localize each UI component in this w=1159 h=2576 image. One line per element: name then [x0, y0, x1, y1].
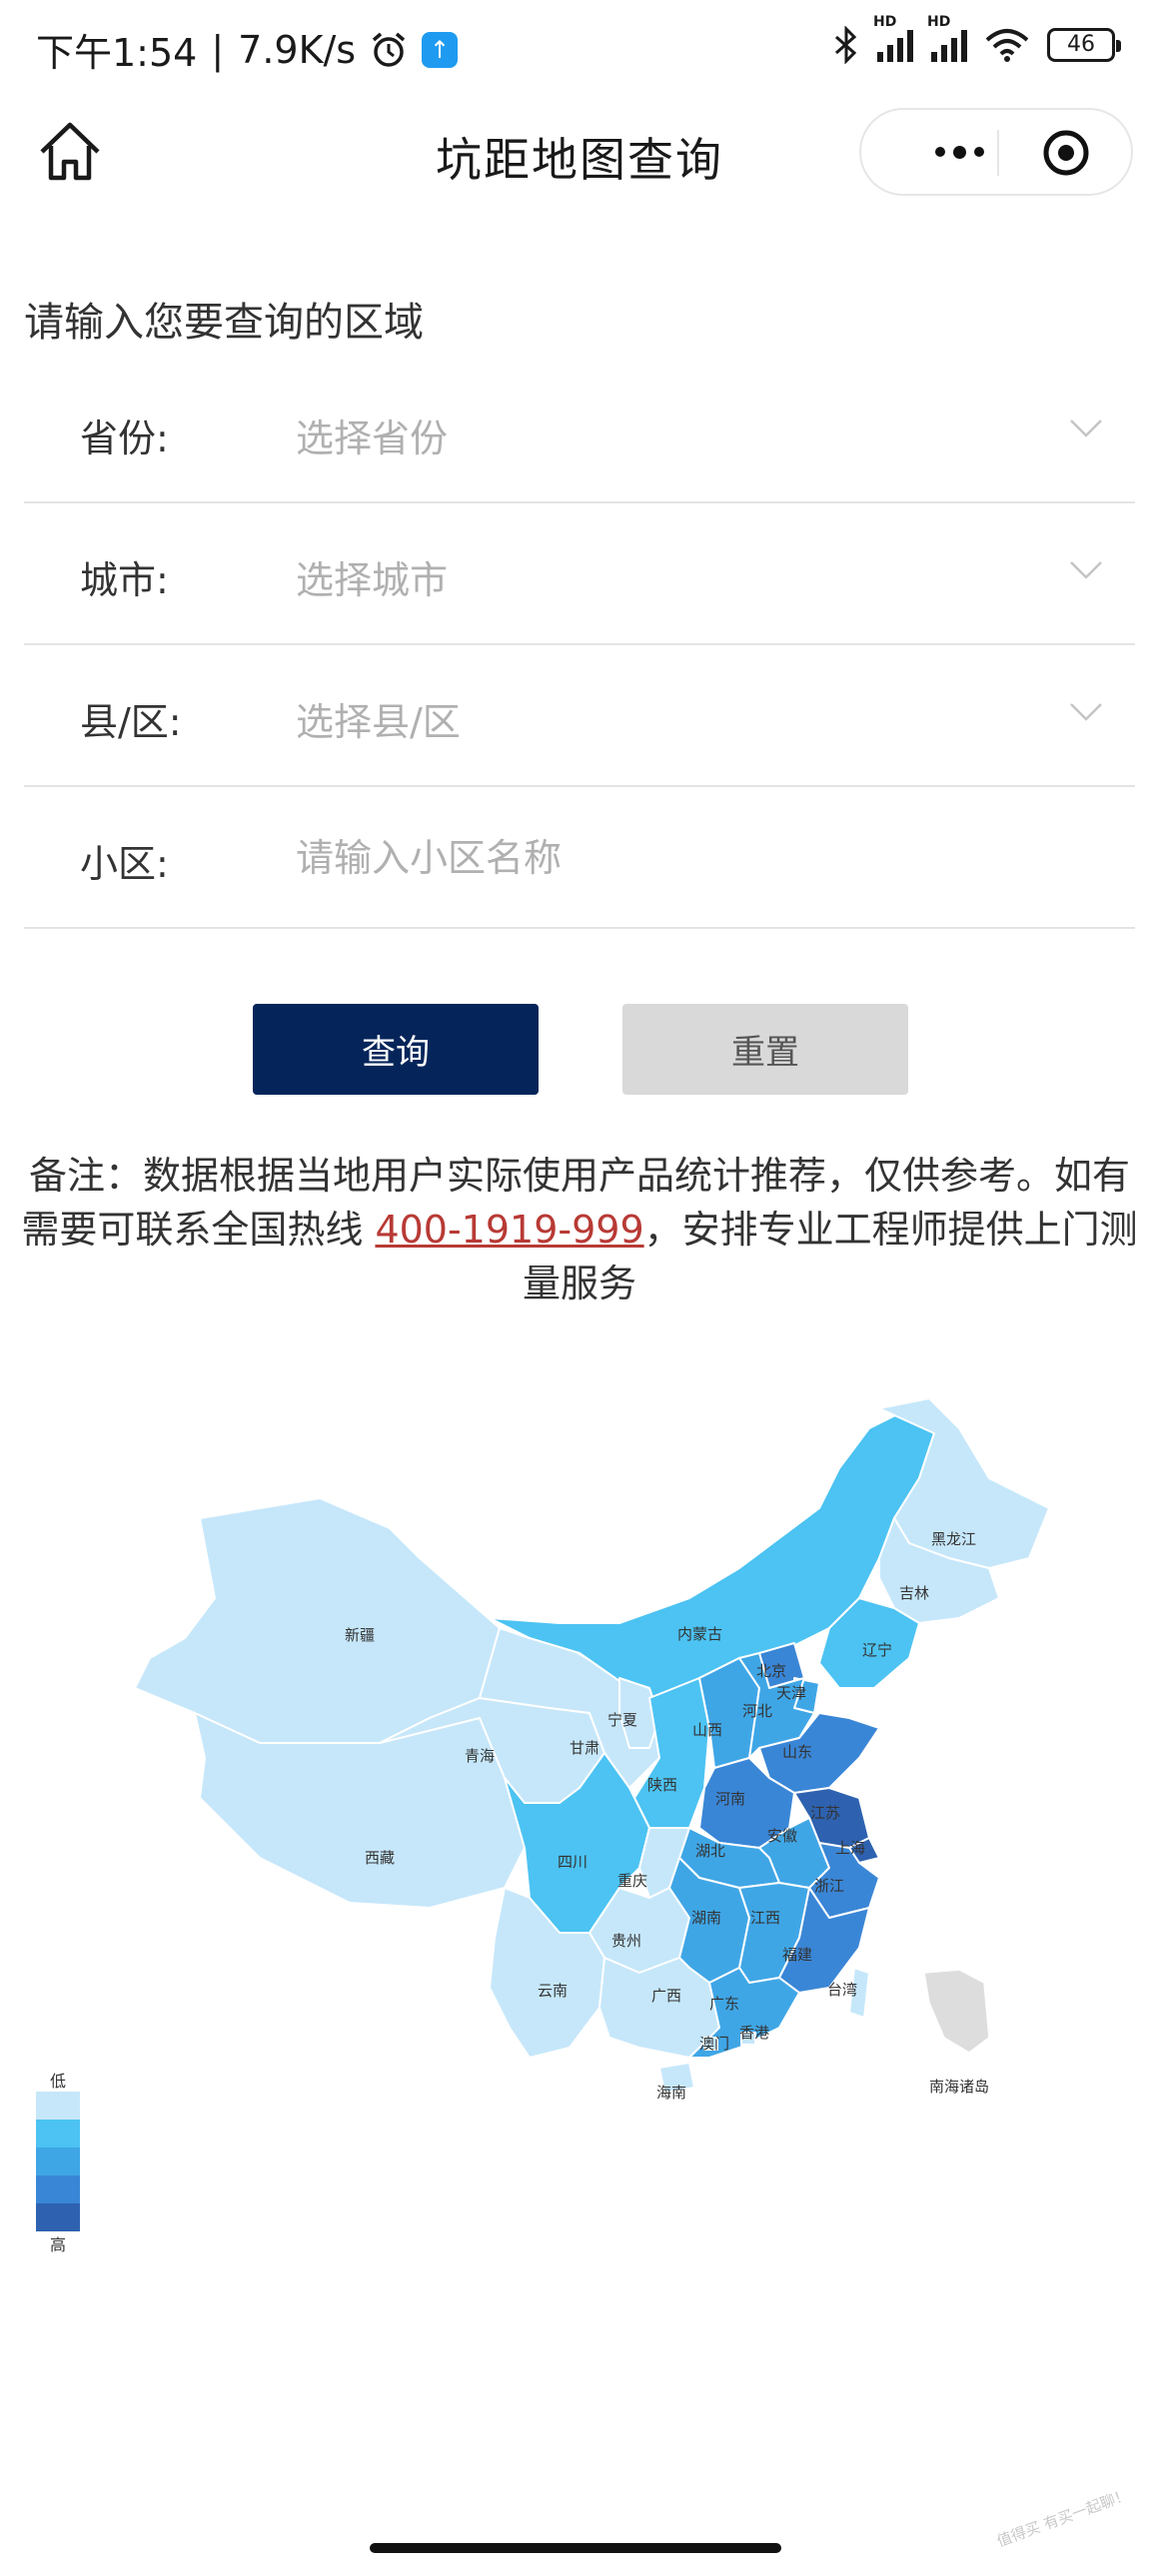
map-label: 台湾: [827, 1981, 857, 1999]
map-label: 宁夏: [607, 1711, 637, 1729]
map-label: 辽宁: [862, 1641, 892, 1659]
legend-swatch: [36, 2175, 80, 2203]
status-time: 下午1:54: [36, 31, 198, 75]
map-label: 江西: [750, 1909, 780, 1927]
query-button[interactable]: 查询: [253, 1004, 539, 1095]
status-bar: 下午1:54 | 7.9K/s ↑ HD HD 46: [0, 0, 1159, 96]
province-select[interactable]: 省份: 选择省份: [24, 362, 1135, 503]
alarm-icon: [372, 32, 406, 67]
status-right: HD HD 46: [833, 14, 1121, 64]
community-label: 小区:: [80, 842, 169, 886]
map-label: 四川: [558, 1853, 587, 1871]
county-placeholder: 选择县/区: [296, 700, 461, 744]
map-label: 青海: [465, 1747, 495, 1765]
map-label: 安徽: [767, 1827, 797, 1845]
map-label: 重庆: [617, 1872, 647, 1890]
china-map: 新疆 西藏 青海 甘肃 内蒙古 黑龙江 吉林 辽宁 宁夏 陕西 山西 北京 天津…: [0, 1378, 1159, 2138]
province-placeholder: 选择省份: [296, 417, 449, 460]
chevron-down-icon: [1070, 703, 1102, 721]
status-left: 下午1:54 | 7.9K/s ↑: [36, 22, 459, 77]
legend-swatch: [36, 2203, 80, 2231]
capsule-divider: [997, 130, 999, 176]
map-label: 山东: [782, 1743, 812, 1761]
map-canvas: 新疆 西藏 青海 甘肃 内蒙古 黑龙江 吉林 辽宁 宁夏 陕西 山西 北京 天津…: [134, 1397, 1050, 2102]
form-heading: 请输入您要查询的区域: [24, 300, 424, 346]
map-label: 西藏: [365, 1849, 395, 1867]
south-sea-islands-inset: [923, 1969, 990, 2054]
map-label: 陕西: [647, 1776, 677, 1794]
chevron-down-icon: [1070, 561, 1102, 579]
legend-swatch: [36, 2120, 80, 2147]
legend-low-label: 低: [49, 2072, 66, 2091]
legend-swatch: [36, 2092, 80, 2120]
more-button[interactable]: [899, 110, 1019, 194]
nav-bar: 坑距地图查询: [0, 96, 1159, 210]
close-miniapp-icon[interactable]: [1041, 128, 1091, 178]
map-label: 山西: [692, 1721, 722, 1739]
map-label: 吉林: [899, 1584, 929, 1602]
map-label: 云南: [538, 1982, 568, 2000]
map-legend: 低 高: [34, 2068, 84, 2255]
map-label: 天津: [776, 1684, 806, 1702]
legend-swatch: [36, 2147, 80, 2175]
map-label: 河北: [742, 1702, 772, 1720]
map-label: 广西: [651, 1987, 681, 2005]
county-select[interactable]: 县/区: 选择县/区: [24, 645, 1135, 787]
battery-icon: 46: [1047, 28, 1121, 62]
bluetooth-icon: [835, 26, 857, 64]
map-label: 广东: [709, 1995, 739, 2013]
map-label: 湖南: [691, 1909, 721, 1927]
map-label: 甘肃: [570, 1739, 599, 1757]
map-label: 澳门: [699, 2035, 729, 2053]
map-label: 湖北: [695, 1842, 725, 1860]
community-input[interactable]: [296, 833, 995, 883]
reset-button[interactable]: 重置: [622, 1004, 908, 1095]
map-region-新疆[interactable]: [134, 1497, 501, 1744]
note-text: 备注：数据根据当地用户实际使用产品统计推荐，仅供参考。如有需要可联系全国热线 4…: [21, 1154, 1138, 1305]
map-label: 北京: [756, 1662, 786, 1680]
more-dot-icon: [973, 147, 984, 157]
city-placeholder: 选择城市: [296, 558, 449, 602]
status-divider: |: [211, 27, 225, 72]
watermark: 值得买 有买一起聊！: [994, 2485, 1133, 2551]
miniapp-capsule: [859, 108, 1133, 196]
map-label: 河南: [715, 1790, 745, 1808]
home-indicator: [370, 2543, 781, 2553]
wifi-icon: [985, 29, 1029, 62]
hotline-link[interactable]: 400-1919-999: [375, 1208, 643, 1252]
province-label: 省份:: [80, 417, 169, 460]
chevron-down-icon: [1070, 420, 1102, 437]
map-label: 黑龙江: [931, 1530, 976, 1548]
map-label: 海南: [656, 2084, 686, 2102]
signal-icon-2: HD: [927, 14, 967, 62]
map-label: 浙江: [814, 1877, 844, 1895]
county-label: 县/区:: [80, 700, 182, 744]
community-row: 小区:: [24, 787, 1135, 929]
city-select[interactable]: 城市: 选择城市: [24, 503, 1135, 645]
app-notification-icon: ↑: [422, 31, 459, 68]
map-label: 贵州: [611, 1932, 641, 1950]
map-label: 上海: [835, 1839, 865, 1857]
map-label: 香港: [739, 2024, 769, 2042]
map-label: 福建: [782, 1946, 812, 1964]
more-dot-icon: [952, 145, 966, 159]
map-label: 南海诸岛: [929, 2078, 989, 2096]
city-label: 城市:: [80, 558, 169, 602]
legend-high-label: 高: [49, 2235, 66, 2254]
map-label: 内蒙古: [677, 1625, 722, 1643]
map-label: 江苏: [810, 1804, 840, 1822]
more-dot-icon: [934, 147, 945, 157]
signal-icon: HD: [873, 14, 913, 62]
map-label: 新疆: [345, 1626, 375, 1644]
map-region-西藏[interactable]: [194, 1712, 526, 1909]
network-speed: 7.9K/s: [238, 27, 357, 72]
